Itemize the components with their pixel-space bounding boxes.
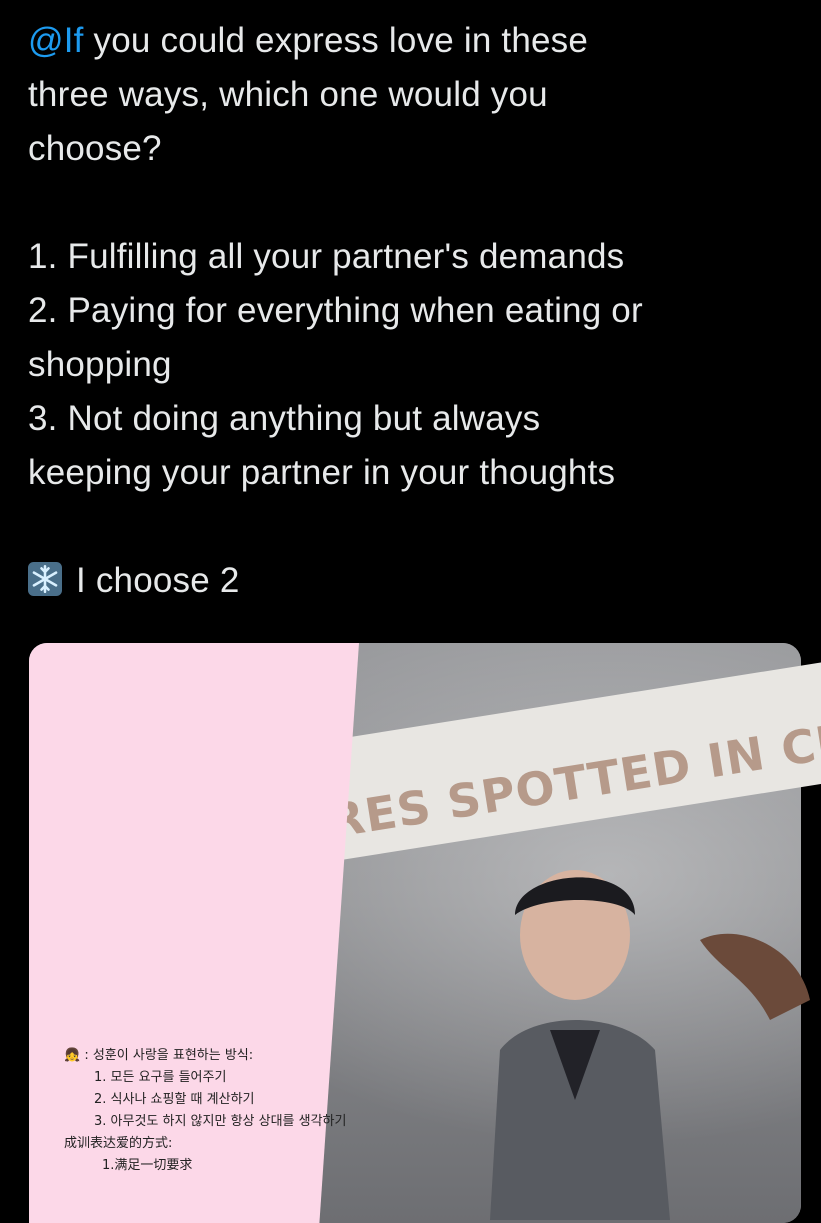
tweet-line-1-rest: you could express love in these [83, 21, 589, 60]
overlay-zh-title: 成训表达爱的方式: [64, 1136, 173, 1151]
option-3b: keeping your partner in your thoughts [28, 453, 616, 492]
choice-line: I choose 2 [28, 554, 808, 608]
person-silhouette [490, 870, 810, 1220]
mention-link[interactable]: @If [28, 21, 84, 60]
tweet-text: @If you could express love in these thre… [28, 14, 808, 608]
choice-text: I choose 2 [76, 561, 240, 600]
overlay-ko-title: 👧 : 성훈이 사랑을 표현하는 방식: [64, 1048, 254, 1063]
overlay-ko-item-3: 3. 아무것도 하지 않지만 항상 상대를 생각하기 [94, 1114, 347, 1129]
option-3a: 3. Not doing anything but always [28, 399, 541, 438]
overlay-zh-item-1: 1.满足一切要求 [102, 1158, 193, 1173]
option-1: 1. Fulfilling all your partner's demands [28, 237, 625, 276]
tweet-line-2: three ways, which one would you [28, 75, 548, 114]
tweet-line-3: choose? [28, 129, 162, 168]
option-2a: 2. Paying for everything when eating or [28, 291, 643, 330]
option-2b: shopping [28, 345, 172, 384]
emoji-icon: 👧 : [64, 1048, 93, 1063]
overlay-ko-item-1: 1. 모든 요구를 들어주기 [94, 1070, 227, 1085]
overlay-text: 👧 : 성훈이 사랑을 표현하는 방식: 1. 모든 요구를 들어주기 2. 식… [64, 1045, 346, 1177]
overlay-ko-item-2: 2. 식사나 쇼핑할 때 계산하기 [94, 1092, 255, 1107]
tweet-line-1: @If you could express love in these [28, 14, 808, 68]
snowflake-icon [28, 562, 62, 596]
